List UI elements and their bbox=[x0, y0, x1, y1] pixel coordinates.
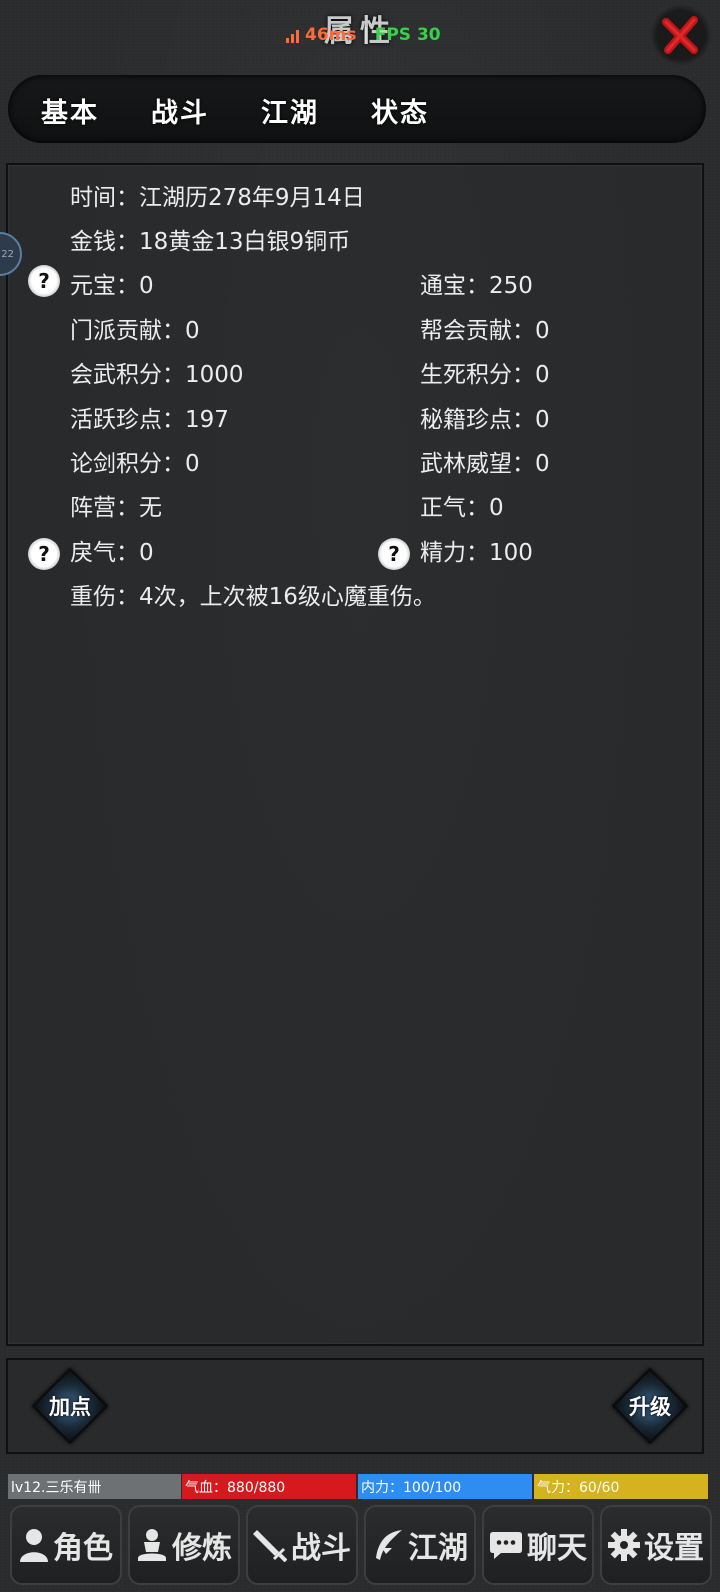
chat-icon bbox=[490, 1532, 522, 1559]
nav-combat[interactable]: 战斗 bbox=[246, 1505, 358, 1585]
stat-money: 金钱：18黄金13白银9铜币 bbox=[70, 229, 351, 255]
stat-shengsi-score: 生死积分：0 bbox=[420, 362, 550, 388]
tab-label: 江湖 bbox=[261, 97, 319, 129]
add-points-button[interactable]: 加点 bbox=[31, 1367, 109, 1445]
help-icon[interactable]: ? bbox=[378, 538, 410, 570]
close-button[interactable] bbox=[650, 4, 712, 66]
mp-bar: 内力：100/100 bbox=[358, 1474, 532, 1499]
stat-yuanbao: 元宝：0 bbox=[70, 273, 154, 299]
upgrade-label: 升级 bbox=[629, 1394, 671, 1419]
tab-basic[interactable]: 基本 bbox=[22, 74, 118, 146]
help-icon[interactable]: ? bbox=[28, 265, 60, 297]
tab-label: 状态 bbox=[371, 97, 429, 129]
stamina-bar: 气力：60/60 bbox=[534, 1474, 708, 1499]
stat-time: 时间：江湖历278年9月14日 bbox=[70, 185, 365, 211]
stat-tongbao: 通宝：250 bbox=[420, 273, 533, 299]
stat-faction: 阵营：无 bbox=[70, 495, 162, 521]
add-points-label: 加点 bbox=[49, 1394, 91, 1419]
tab-status[interactable]: 状态 bbox=[352, 74, 448, 146]
signal-icon bbox=[286, 28, 299, 43]
stat-wulin-prestige: 武林威望：0 bbox=[420, 451, 550, 477]
separator: | bbox=[362, 25, 369, 45]
close-icon bbox=[662, 16, 698, 54]
fps-text: FPS 30 bbox=[374, 25, 441, 45]
nav-label: 战斗 bbox=[291, 1531, 351, 1566]
nav-cultivate[interactable]: 修炼 bbox=[128, 1505, 240, 1585]
gear-icon bbox=[608, 1529, 640, 1561]
meditate-icon bbox=[138, 1529, 166, 1561]
nav-label: 修炼 bbox=[172, 1531, 232, 1566]
stat-sect-contribution: 门派贡献：0 bbox=[70, 318, 200, 344]
help-icon[interactable]: ? bbox=[28, 538, 60, 570]
stat-active-points: 活跃珍点：197 bbox=[70, 407, 229, 433]
nav-label: 江湖 bbox=[408, 1531, 468, 1566]
tab-jianghu[interactable]: 江湖 bbox=[242, 67, 338, 153]
person-icon bbox=[20, 1529, 48, 1562]
nav-jianghu[interactable]: 江湖 bbox=[364, 1505, 476, 1585]
stat-energy: 精力：100 bbox=[420, 540, 533, 566]
nav-label: 聊天 bbox=[527, 1531, 587, 1566]
stat-huiwu-score: 会武积分：1000 bbox=[70, 362, 244, 388]
stat-righteous: 正气：0 bbox=[420, 495, 504, 521]
hp-bar: 气血：880/880 bbox=[182, 1474, 356, 1499]
nav-chat[interactable]: 聊天 bbox=[482, 1505, 594, 1585]
ping-text: 46ms bbox=[305, 25, 357, 45]
stat-guild-contribution: 帮会贡献：0 bbox=[420, 318, 550, 344]
nav-character[interactable]: 角色 bbox=[10, 1505, 122, 1585]
tab-label: 基本 bbox=[41, 97, 99, 129]
stat-lunjian-score: 论剑积分：0 bbox=[70, 451, 200, 477]
action-panel bbox=[6, 1358, 704, 1454]
stat-hostility: 戾气：0 bbox=[70, 540, 154, 566]
tab-label: 战斗 bbox=[151, 97, 209, 129]
tab-combat[interactable]: 战斗 bbox=[132, 74, 228, 146]
level-bar: lv12.三乐有卌 bbox=[8, 1474, 181, 1499]
nav-settings[interactable]: 设置 bbox=[600, 1505, 712, 1585]
network-status: 46ms | FPS 30 bbox=[286, 25, 441, 45]
feather-icon bbox=[376, 1530, 402, 1560]
sword-icon bbox=[253, 1530, 287, 1562]
nav-label: 设置 bbox=[644, 1531, 704, 1566]
stat-injury: 重伤：4次，上次被16级心魔重伤。 bbox=[70, 584, 436, 610]
stat-secret-points: 秘籍珍点：0 bbox=[420, 407, 550, 433]
nav-label: 角色 bbox=[53, 1531, 113, 1566]
upgrade-button[interactable]: 升级 bbox=[611, 1367, 689, 1445]
